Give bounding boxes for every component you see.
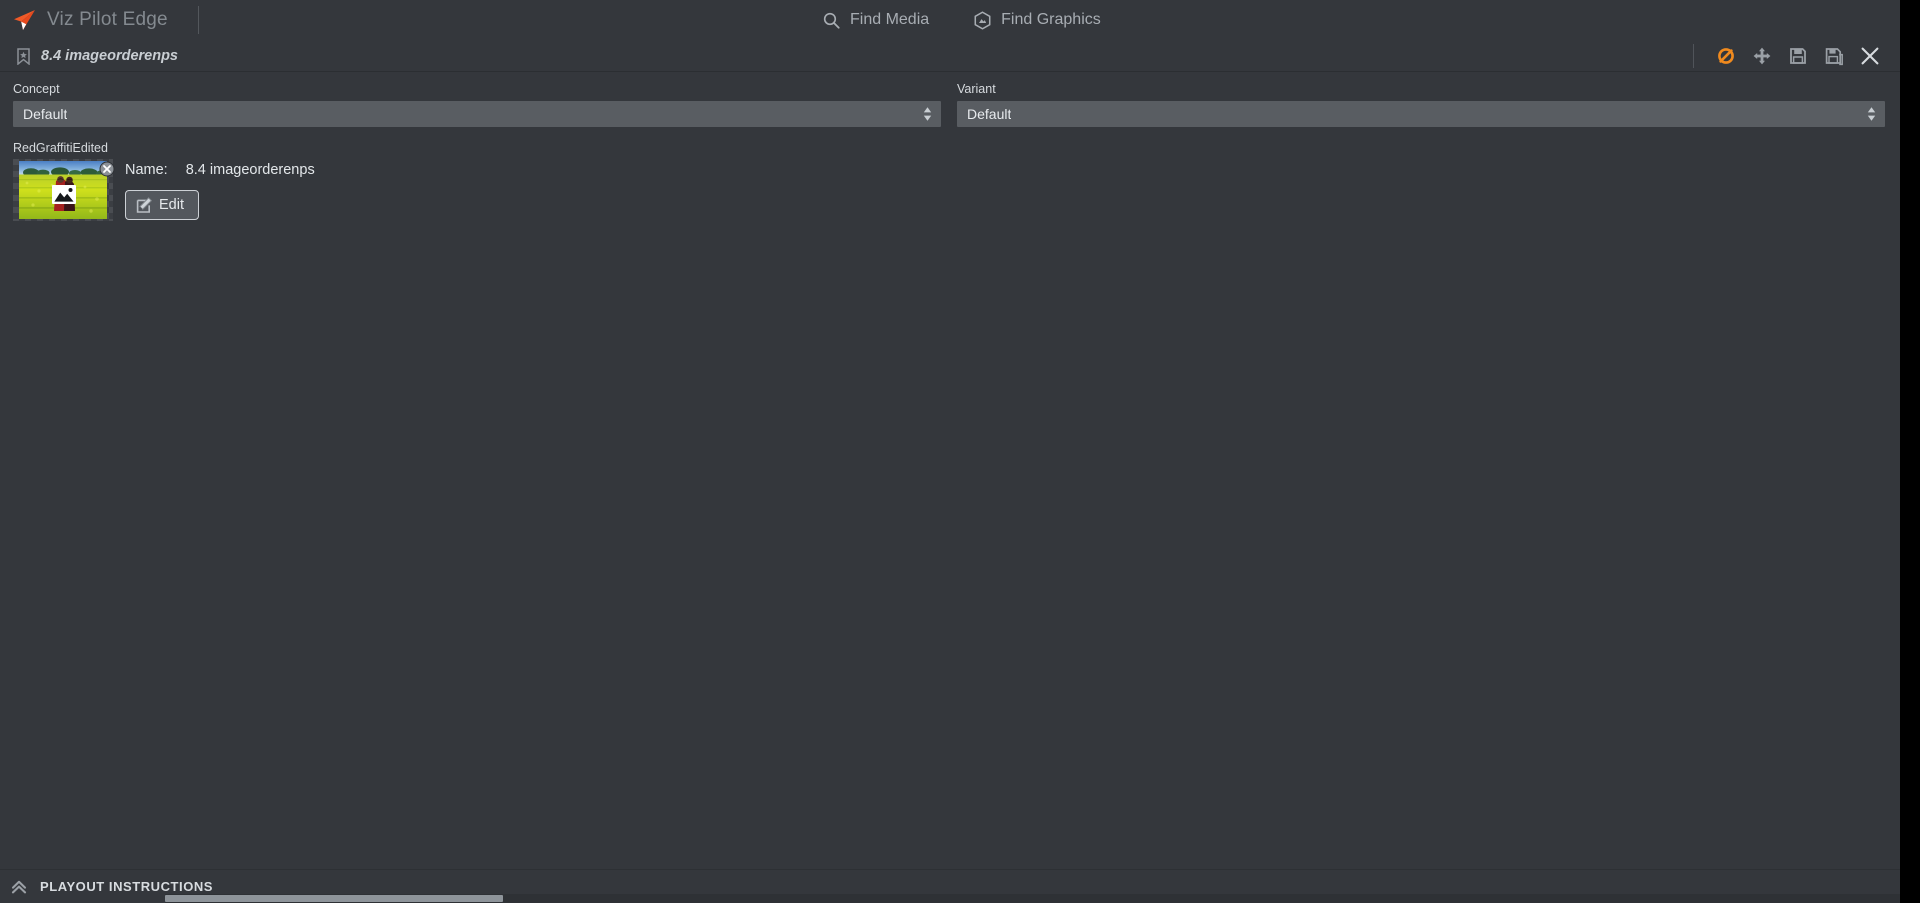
- concept-select[interactable]: Default: [13, 101, 941, 127]
- move-button[interactable]: [1744, 40, 1780, 72]
- search-icon: [823, 12, 840, 29]
- remove-x-icon[interactable]: [99, 161, 115, 177]
- horizontal-scrollbar-thumb[interactable]: [165, 895, 503, 902]
- find-media-button[interactable]: Find Media: [820, 7, 931, 34]
- scrollbar-corner: [0, 894, 165, 903]
- toggle-visibility-button[interactable]: [1708, 40, 1744, 72]
- hexagon-graphics-icon: [974, 10, 991, 30]
- variant-select[interactable]: Default: [957, 101, 1885, 127]
- floppy-save-icon: [1790, 48, 1806, 64]
- find-graphics-button[interactable]: Find Graphics: [971, 7, 1103, 34]
- concept-label: Concept: [13, 82, 60, 96]
- move-arrows-icon: [1753, 47, 1771, 65]
- brand-logo[interactable]: Viz Pilot Edge: [10, 0, 168, 40]
- bookmark-star-icon: [17, 47, 30, 65]
- close-x-icon: [1861, 47, 1879, 65]
- media-name-label: Name:: [125, 162, 168, 178]
- template-form-area: Concept Default Variant Default RedGraff…: [0, 72, 1900, 869]
- circle-slash-icon: [1718, 48, 1734, 64]
- media-thumbnail-image: [19, 161, 107, 219]
- save-as-button[interactable]: [1816, 40, 1852, 72]
- variant-value: Default: [967, 106, 1012, 122]
- media-name-line: Name: 8.4 imageorderenps: [125, 162, 315, 178]
- find-media-label: Find Media: [850, 11, 930, 28]
- header-divider: [198, 6, 199, 34]
- playout-instructions-label: PLAYOUT INSTRUCTIONS: [40, 879, 214, 894]
- concept-field: Concept Default: [13, 82, 941, 127]
- find-graphics-label: Find Graphics: [1001, 11, 1101, 28]
- document-title-bar: 8.4 imageorderenps: [0, 40, 1900, 72]
- close-button[interactable]: [1852, 40, 1888, 72]
- variant-field: Variant Default: [957, 82, 1885, 127]
- broken-image-icon: [52, 185, 76, 204]
- horizontal-scrollbar-track[interactable]: [0, 894, 1900, 903]
- brand-name: Viz Pilot Edge: [47, 9, 168, 30]
- edit-button-label: Edit: [159, 197, 184, 213]
- double-chevron-up-icon: [11, 880, 27, 893]
- paper-plane-icon: [14, 10, 35, 30]
- media-group-label: RedGraffitiEdited: [13, 141, 108, 155]
- concept-value: Default: [23, 106, 68, 122]
- application-header: Viz Pilot Edge Find Media Find Graphics: [0, 0, 1900, 40]
- document-identity: 8.4 imageorderenps: [16, 40, 178, 72]
- edit-button[interactable]: Edit: [125, 190, 199, 220]
- media-thumbnail-frame[interactable]: [13, 159, 115, 221]
- pencil-edit-icon: [136, 197, 153, 213]
- save-button[interactable]: [1780, 40, 1816, 72]
- find-buttons-group: Find Media Find Graphics: [820, 0, 1103, 40]
- page-title: 8.4 imageorderenps: [41, 48, 178, 64]
- spinner-updown-icon: [923, 107, 932, 121]
- application-window: Viz Pilot Edge Find Media Find Graphics: [0, 0, 1900, 903]
- concept-variant-row: Concept Default Variant Default: [0, 82, 1900, 127]
- media-name-value: 8.4 imageorderenps: [185, 162, 315, 178]
- toolbar-divider: [1693, 44, 1694, 68]
- media-metadata: Name: 8.4 imageorderenps Edit: [125, 159, 315, 220]
- floppy-save-as-icon: [1825, 48, 1843, 66]
- media-row: Name: 8.4 imageorderenps Edit: [13, 159, 315, 221]
- window-right-gutter: [1900, 0, 1920, 903]
- document-toolbar: [1693, 40, 1888, 72]
- spinner-updown-icon: [1867, 107, 1876, 121]
- variant-label: Variant: [957, 82, 996, 96]
- media-element-block: RedGraffitiEdited Name: 8.4 imageorderen…: [13, 141, 315, 221]
